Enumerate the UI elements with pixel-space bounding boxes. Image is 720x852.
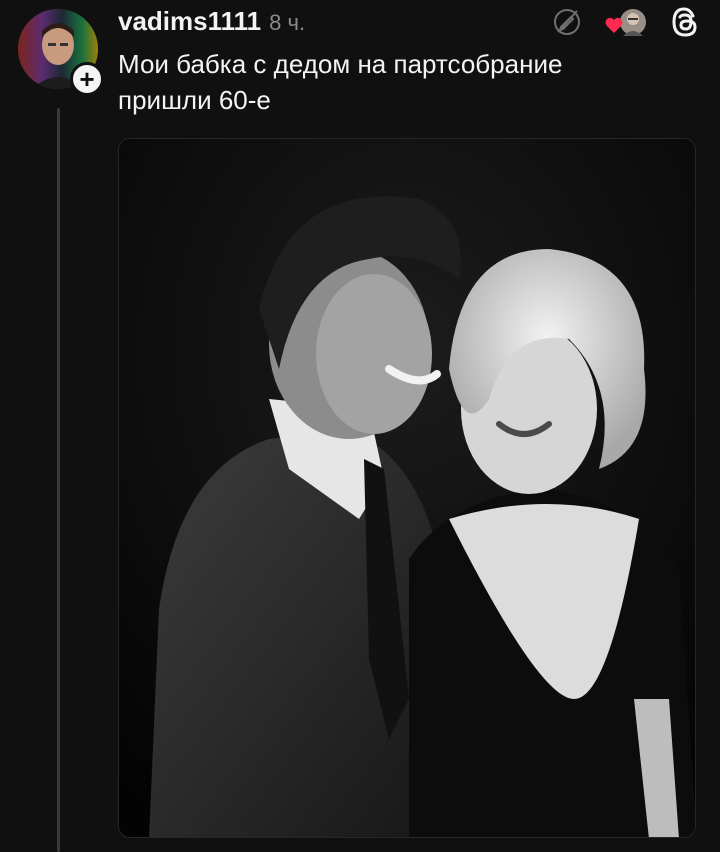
post-photo[interactable]: [118, 138, 696, 838]
post-text: Мои бабка с дедом на партсобрание пришли…: [118, 49, 563, 115]
heart-icon: [605, 17, 623, 33]
post-time: 8 ч.: [269, 10, 306, 35]
plus-icon: +: [79, 64, 95, 94]
follow-button[interactable]: +: [70, 62, 104, 96]
threads-logo-icon[interactable]: [670, 6, 700, 38]
post-header: vadims1111 8 ч.: [118, 6, 305, 38]
thread-line: [57, 108, 60, 852]
couple-photo-image: [119, 139, 695, 837]
header-icons: [552, 6, 700, 38]
username[interactable]: vadims1111: [118, 6, 261, 37]
liked-by-indicator[interactable]: [604, 6, 648, 38]
edit-off-icon[interactable]: [552, 7, 582, 37]
